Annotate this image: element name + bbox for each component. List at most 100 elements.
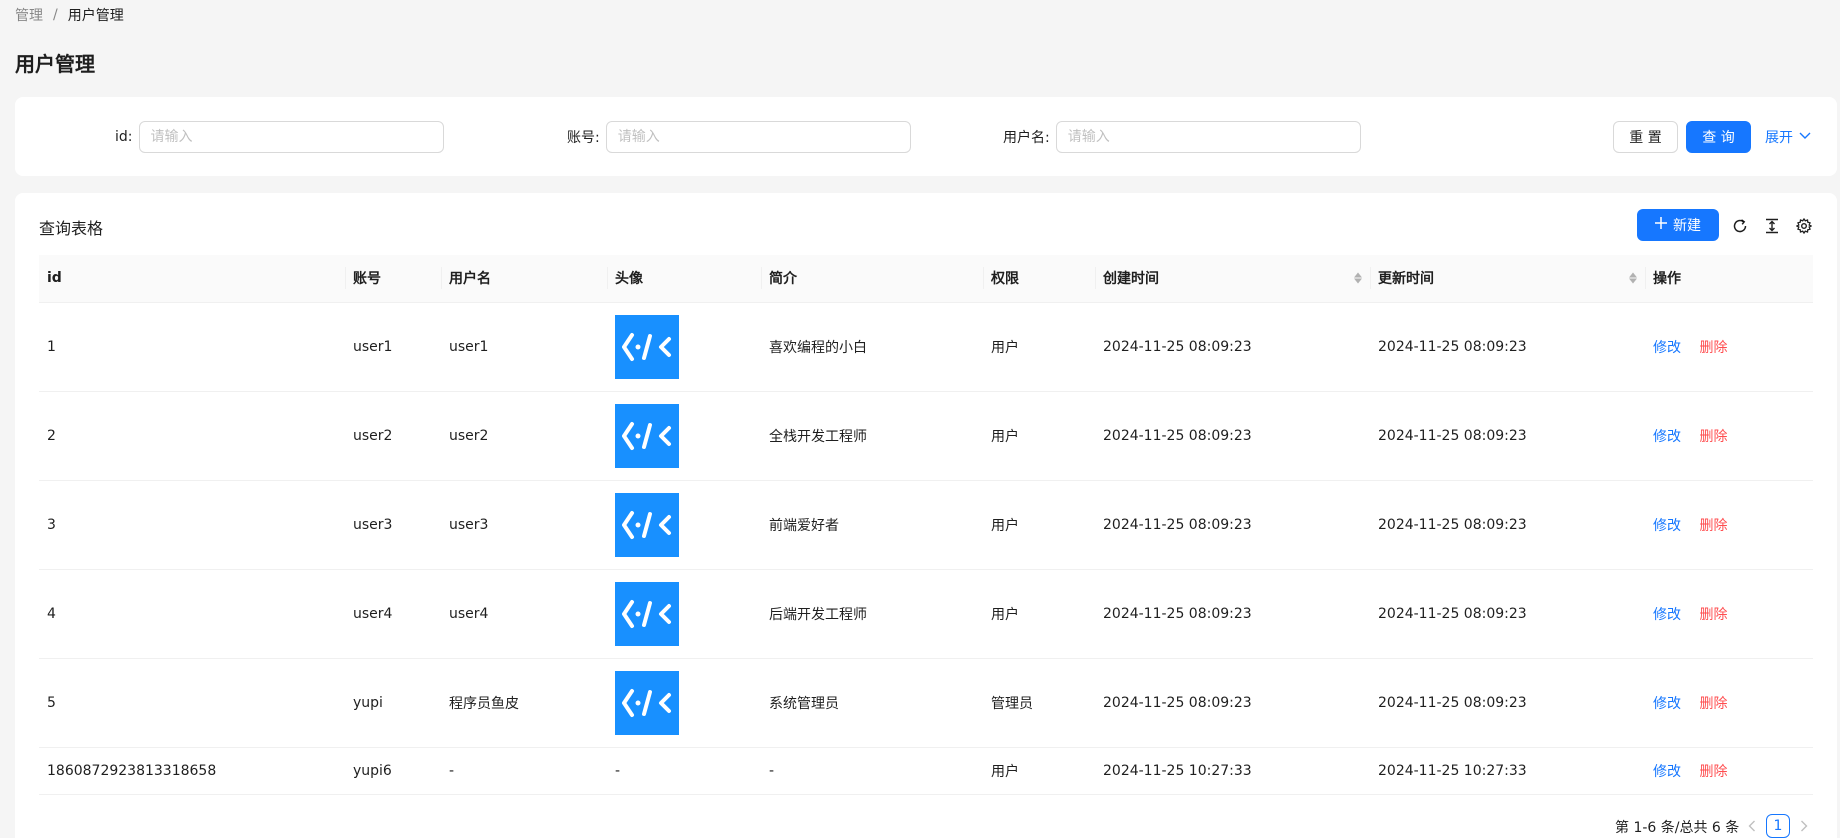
account-input[interactable] [605, 121, 911, 153]
cell-bio: - [761, 747, 983, 795]
cell-actions: 修改 删除 [1645, 391, 1813, 481]
cell-role: 用户 [983, 569, 1095, 659]
id-input[interactable] [138, 121, 444, 153]
query-button[interactable]: 查 询 [1686, 121, 1751, 153]
cell-username: user3 [441, 480, 607, 570]
edit-link[interactable]: 修改 [1653, 696, 1681, 712]
cell-id: 5 [39, 658, 345, 748]
delete-link[interactable]: 删除 [1699, 340, 1727, 356]
cell-actions: 修改 删除 [1645, 480, 1813, 570]
cell-actions: 修改 删除 [1645, 569, 1813, 659]
cell-bio: 后端开发工程师 [761, 569, 983, 659]
cell-id: 2 [39, 391, 345, 481]
expand-toggle[interactable]: 展开 [1765, 121, 1811, 153]
column-header-account: 账号 [345, 255, 441, 303]
cell-avatar [607, 569, 761, 659]
breadcrumb-parent[interactable]: 管理 [15, 5, 43, 25]
cell-bio: 前端爱好者 [761, 480, 983, 570]
table-row: 1 user1 user1 喜欢编程的小白 用户 2024-11-25 08:0… [39, 302, 1813, 392]
chevron-right-icon[interactable] [1794, 814, 1814, 838]
search-field-id: id: [115, 121, 444, 153]
search-label-account: 账号: [567, 130, 600, 146]
cell-actions: 修改 删除 [1645, 302, 1813, 392]
column-header-avatar: 头像 [607, 255, 761, 303]
page-title: 用户管理 [15, 52, 95, 76]
chevron-left-icon[interactable] [1742, 814, 1762, 838]
code-logo-icon [622, 332, 671, 361]
new-button[interactable]: 新建 [1637, 209, 1719, 241]
column-height-icon[interactable] [1763, 217, 1781, 235]
cell-id: 1 [39, 302, 345, 392]
avatar [615, 492, 679, 557]
edit-link[interactable]: 修改 [1653, 340, 1681, 356]
delete-link[interactable]: 删除 [1699, 429, 1727, 445]
table-card: 查询表格 新建 id 账号 用户名 头像 简介 权限 创建时间 更新时间 操作 … [15, 193, 1837, 838]
edit-link[interactable]: 修改 [1653, 429, 1681, 445]
avatar [615, 314, 679, 379]
search-label-id: id: [115, 129, 133, 145]
table-row: 5 yupi 程序员鱼皮 系统管理员 管理员 2024-11-25 08:09:… [39, 658, 1813, 748]
cell-username: 程序员鱼皮 [441, 658, 607, 748]
plus-icon [1655, 217, 1667, 233]
column-header-bio: 简介 [761, 255, 983, 303]
cell-updated: 2024-11-25 10:27:33 [1370, 747, 1645, 795]
column-header-updated[interactable]: 更新时间 [1370, 255, 1645, 303]
cell-avatar [607, 302, 761, 392]
table-row: 3 user3 user3 前端爱好者 用户 2024-11-25 08:09:… [39, 480, 1813, 570]
edit-link[interactable]: 修改 [1653, 764, 1681, 780]
table-title: 查询表格 [39, 219, 104, 238]
table-row: 1860872923813318658 yupi6 - - - 用户 2024-… [39, 747, 1813, 795]
chevron-down-icon [1799, 129, 1811, 145]
cell-updated: 2024-11-25 08:09:23 [1370, 569, 1645, 659]
code-logo-icon [622, 688, 671, 717]
cell-role: 管理员 [983, 658, 1095, 748]
cell-bio: 系统管理员 [761, 658, 983, 748]
code-logo-icon [622, 599, 671, 628]
reset-button[interactable]: 重 置 [1613, 121, 1678, 153]
cell-account: user2 [345, 391, 441, 481]
sort-icon[interactable] [1354, 272, 1362, 284]
cell-avatar [607, 480, 761, 570]
setting-icon[interactable] [1795, 217, 1813, 235]
reload-icon[interactable] [1731, 217, 1749, 235]
expand-label: 展开 [1765, 130, 1793, 146]
cell-avatar: - [607, 747, 761, 795]
cell-account: user3 [345, 480, 441, 570]
delete-link[interactable]: 删除 [1699, 607, 1727, 623]
cell-account: user4 [345, 569, 441, 659]
page-item-1[interactable]: 1 [1766, 814, 1790, 838]
cell-updated: 2024-11-25 08:09:23 [1370, 658, 1645, 748]
username-input[interactable] [1055, 121, 1361, 153]
cell-id: 1860872923813318658 [39, 747, 345, 795]
cell-updated: 2024-11-25 08:09:23 [1370, 302, 1645, 392]
table-row: 2 user2 user2 全栈开发工程师 用户 2024-11-25 08:0… [39, 391, 1813, 481]
user-table: id 账号 用户名 头像 简介 权限 创建时间 更新时间 操作 1 user1 … [39, 255, 1813, 795]
cell-created: 2024-11-25 08:09:23 [1095, 658, 1370, 748]
cell-actions: 修改 删除 [1645, 747, 1813, 795]
delete-link[interactable]: 删除 [1699, 518, 1727, 534]
cell-username: - [441, 747, 607, 795]
cell-created: 2024-11-25 08:09:23 [1095, 480, 1370, 570]
column-header-created[interactable]: 创建时间 [1095, 255, 1370, 303]
cell-id: 3 [39, 480, 345, 570]
delete-link[interactable]: 删除 [1699, 696, 1727, 712]
delete-link[interactable]: 删除 [1699, 764, 1727, 780]
cell-role: 用户 [983, 391, 1095, 481]
pagination-total: 第 1-6 条/总共 6 条 [1615, 820, 1740, 836]
cell-bio: 全栈开发工程师 [761, 391, 983, 481]
edit-link[interactable]: 修改 [1653, 518, 1681, 534]
pagination: 第 1-6 条/总共 6 条 1 [15, 814, 1837, 838]
cell-updated: 2024-11-25 08:09:23 [1370, 391, 1645, 481]
table-header-row: id 账号 用户名 头像 简介 权限 创建时间 更新时间 操作 [39, 255, 1813, 303]
avatar [615, 403, 679, 468]
cell-created: 2024-11-25 08:09:23 [1095, 302, 1370, 392]
cell-created: 2024-11-25 10:27:33 [1095, 747, 1370, 795]
breadcrumb-separator: / [53, 7, 58, 23]
cell-actions: 修改 删除 [1645, 658, 1813, 748]
breadcrumb: 管理 / 用户管理 [15, 5, 124, 25]
search-field-username: 用户名: [1003, 121, 1361, 153]
sort-icon[interactable] [1629, 272, 1637, 284]
cell-role: 用户 [983, 480, 1095, 570]
cell-avatar [607, 658, 761, 748]
edit-link[interactable]: 修改 [1653, 607, 1681, 623]
